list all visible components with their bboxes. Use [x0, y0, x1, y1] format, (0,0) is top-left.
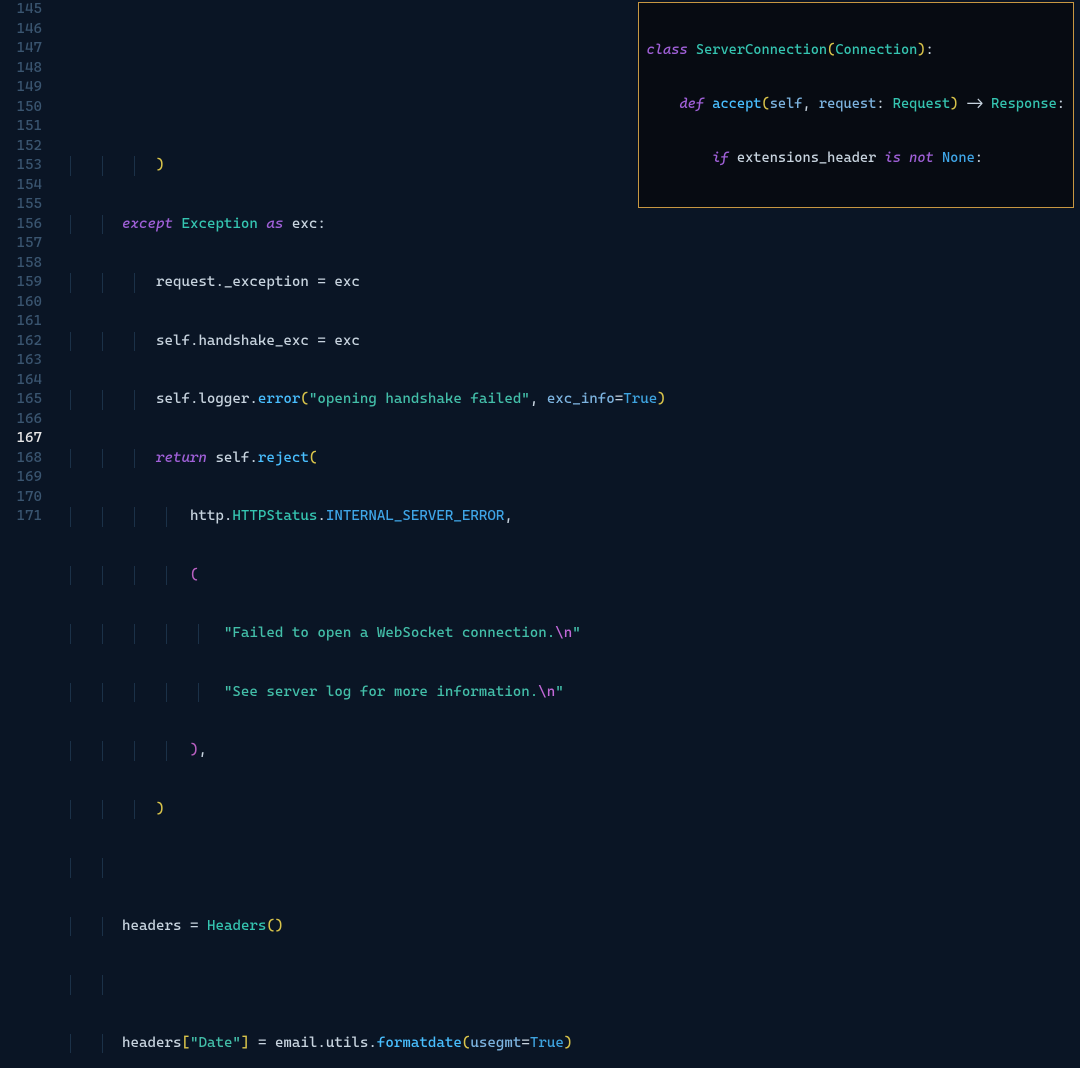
- line-number-gutter: 1451461471481491501511521531541551561571…: [0, 0, 54, 534]
- line-number: 162: [0, 332, 42, 352]
- code-line: [54, 975, 1080, 995]
- code-line: request._exception = exc: [54, 273, 1080, 293]
- line-number: 167: [0, 429, 42, 449]
- line-number: 165: [0, 390, 42, 410]
- code-line: self.logger.error("opening handshake fai…: [54, 390, 1080, 410]
- line-number: 156: [0, 215, 42, 235]
- code-line: self.handshake_exc = exc: [54, 332, 1080, 352]
- line-number: 149: [0, 78, 42, 98]
- line-number: 171: [0, 507, 42, 527]
- code-editor[interactable]: 1451461471481491501511521531541551561571…: [0, 0, 1080, 534]
- line-number: 160: [0, 293, 42, 313]
- line-number: 155: [0, 195, 42, 215]
- line-number: 146: [0, 20, 42, 40]
- line-number: 154: [0, 176, 42, 196]
- code-area[interactable]: class ServerConnection(Connection): def …: [54, 0, 1080, 534]
- code-line: http.HTTPStatus.INTERNAL_SERVER_ERROR,: [54, 507, 1080, 527]
- code-line: headers["Date"] = email.utils.formatdate…: [54, 1034, 1080, 1054]
- line-number: 153: [0, 156, 42, 176]
- line-number: 159: [0, 273, 42, 293]
- code-breadcrumb: class ServerConnection(Connection): def …: [638, 2, 1074, 208]
- code-line: "See server log for more information.\n": [54, 683, 1080, 703]
- line-number: 164: [0, 371, 42, 391]
- line-number: 168: [0, 449, 42, 469]
- code-line: "Failed to open a WebSocket connection.\…: [54, 624, 1080, 644]
- line-number: 161: [0, 312, 42, 332]
- line-number: 145: [0, 0, 42, 20]
- line-number: 152: [0, 137, 42, 157]
- line-number: 147: [0, 39, 42, 59]
- line-number: 169: [0, 468, 42, 488]
- line-number: 158: [0, 254, 42, 274]
- line-number: 151: [0, 117, 42, 137]
- line-number: 163: [0, 351, 42, 371]
- line-number: 157: [0, 234, 42, 254]
- line-number: 166: [0, 410, 42, 430]
- code-line: ): [54, 800, 1080, 820]
- line-number: 148: [0, 59, 42, 79]
- line-number: 170: [0, 488, 42, 508]
- code-line: return self.reject(: [54, 449, 1080, 469]
- code-line: except Exception as exc:: [54, 215, 1080, 235]
- code-line: headers = Headers(): [54, 917, 1080, 937]
- code-line: [54, 858, 1080, 878]
- code-line: (: [54, 566, 1080, 586]
- code-line: ),: [54, 741, 1080, 761]
- line-number: 150: [0, 98, 42, 118]
